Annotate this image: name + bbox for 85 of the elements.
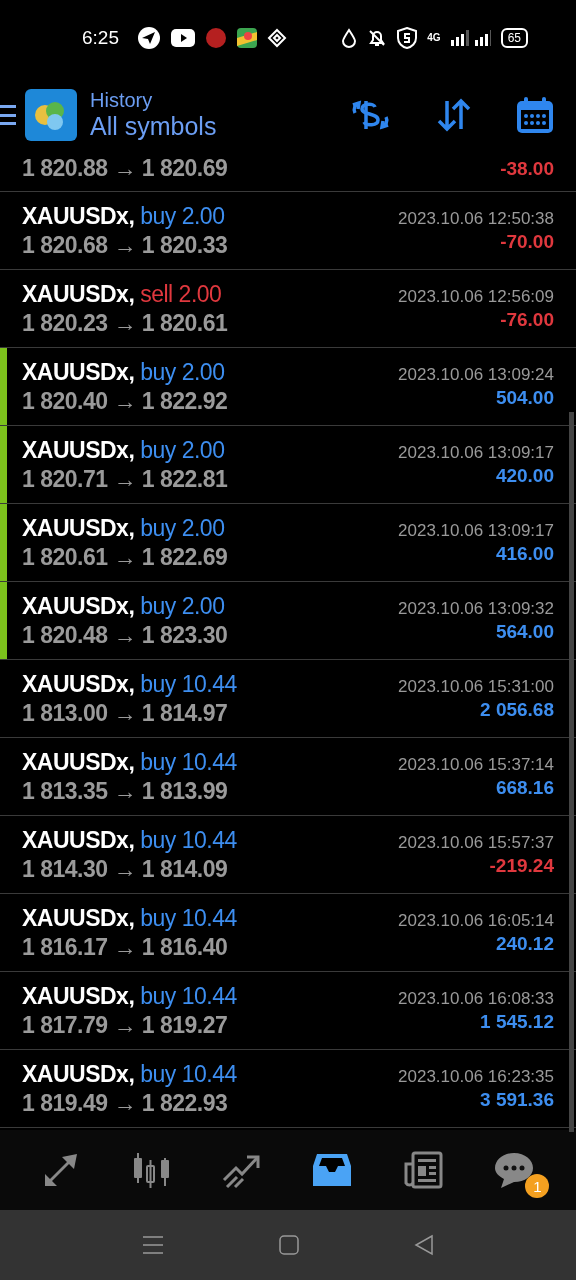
price-range: 1 819.49 → 1 822.93 bbox=[22, 1089, 229, 1117]
symbol-label: XAUUSDx, bbox=[22, 436, 135, 463]
profit-value: 2 056.68 bbox=[480, 698, 554, 721]
order-type: buy 10.44 bbox=[140, 1060, 237, 1087]
diamond-icon bbox=[267, 27, 287, 48]
order-type: buy 2.00 bbox=[140, 436, 225, 463]
order-type: buy 2.00 bbox=[140, 592, 225, 619]
clock: 6:25 bbox=[82, 26, 119, 49]
symbol-label: XAUUSDx, bbox=[22, 592, 135, 619]
symbol-label: XAUUSDx, bbox=[22, 670, 135, 697]
profit-value: -76.00 bbox=[500, 308, 554, 331]
profit-value: 416.00 bbox=[495, 542, 554, 565]
price-range: 1 816.17 → 1 816.40 bbox=[22, 933, 229, 961]
price-range: 1 813.00 → 1 814.97 bbox=[22, 699, 229, 727]
order-type: buy 10.44 bbox=[140, 748, 237, 775]
symbol-label: XAUUSDx, bbox=[22, 202, 135, 229]
play-icon bbox=[171, 28, 195, 47]
order-type: buy 10.44 bbox=[140, 904, 237, 931]
symbol-label: XAUUSDx, bbox=[22, 358, 135, 385]
trade-time: 2023.10.06 16:05:14 bbox=[398, 910, 554, 931]
trade-time: 2023.10.06 13:09:32 bbox=[398, 598, 554, 619]
order-type: buy 10.44 bbox=[140, 982, 237, 1009]
symbol-label: XAUUSDx, bbox=[22, 904, 135, 931]
price-range: 1 814.30 → 1 814.09 bbox=[22, 855, 229, 883]
battery-level: 65 bbox=[500, 27, 528, 48]
price-range: 1 820.61 → 1 822.69 bbox=[22, 543, 228, 571]
symbol-label: XAUUSDx, bbox=[22, 280, 135, 307]
price-range: 1 820.68 → 1 820.33 bbox=[22, 231, 228, 259]
profit-value: 3 591.36 bbox=[480, 1088, 554, 1111]
profit-value: -38.00 bbox=[500, 158, 554, 180]
profit-value: 420.00 bbox=[495, 464, 554, 487]
app-icon bbox=[205, 26, 227, 49]
calendar-icon[interactable] bbox=[516, 96, 554, 134]
trade-time: 2023.10.06 12:50:38 bbox=[398, 208, 554, 229]
trade-time: 2023.10.06 13:09:17 bbox=[398, 520, 554, 541]
profit-value: 504.00 bbox=[495, 386, 554, 409]
symbol-label: XAUUSDx, bbox=[22, 514, 135, 541]
profit-value: 1 545.12 bbox=[480, 1010, 554, 1033]
profit-value: 668.16 bbox=[495, 776, 554, 799]
muted-bell-icon bbox=[367, 27, 388, 48]
symbol-label: XAUUSDx, bbox=[22, 1060, 135, 1087]
order-type: buy 10.44 bbox=[140, 826, 237, 853]
order-type: buy 10.44 bbox=[140, 670, 237, 697]
trade-time: 2023.10.06 15:31:00 bbox=[398, 676, 554, 697]
paper-plane-icon bbox=[137, 25, 161, 50]
profit-value: -70.00 bbox=[500, 230, 554, 253]
scrollbar[interactable] bbox=[569, 412, 574, 1132]
chat-icon[interactable] bbox=[493, 1150, 536, 1190]
symbol-label: XAUUSDx, bbox=[22, 748, 135, 775]
symbol-label: XAUUSDx, bbox=[22, 826, 135, 853]
order-type: buy 2.00 bbox=[140, 514, 225, 541]
order-type: buy 2.00 bbox=[140, 202, 225, 229]
symbol-label: XAUUSDx, bbox=[22, 982, 135, 1009]
trade-time: 2023.10.06 13:09:24 bbox=[398, 364, 554, 385]
menu-icon[interactable] bbox=[0, 105, 16, 125]
symbol-filter[interactable]: All symbols bbox=[90, 112, 217, 141]
screen-title: History bbox=[90, 89, 154, 112]
price-range: 1 820.40 → 1 822.92 bbox=[22, 387, 228, 415]
price-range: 1 820.88 → 1 820.69 bbox=[22, 155, 228, 182]
sort-arrows-icon[interactable] bbox=[436, 97, 472, 133]
order-type: sell 2.00 bbox=[140, 280, 222, 307]
signal-icon bbox=[450, 29, 491, 46]
price-range: 1 817.79 → 1 819.27 bbox=[22, 1011, 229, 1039]
price-range: 1 820.23 → 1 820.61 bbox=[22, 309, 228, 337]
price-range: 1 820.71 → 1 822.81 bbox=[22, 465, 228, 493]
home-icon[interactable] bbox=[279, 1235, 299, 1255]
map-pin-icon bbox=[237, 27, 257, 48]
trade-time: 2023.10.06 13:09:17 bbox=[398, 442, 554, 463]
drop-icon bbox=[341, 27, 358, 48]
price-range: 1 820.48 → 1 823.30 bbox=[22, 621, 228, 649]
app-logo-icon bbox=[25, 89, 77, 141]
trade-time: 2023.10.06 12:56:09 bbox=[398, 286, 554, 307]
price-range: 1 813.35 → 1 813.99 bbox=[22, 777, 229, 805]
shield-icon bbox=[397, 26, 418, 49]
back-icon[interactable] bbox=[414, 1234, 434, 1256]
order-type: buy 2.00 bbox=[140, 358, 225, 385]
profit-value: 240.12 bbox=[495, 932, 554, 955]
trade-time: 2023.10.06 16:23:35 bbox=[398, 1066, 554, 1087]
profit-value: 564.00 bbox=[495, 620, 554, 643]
trade-time: 2023.10.06 15:57:37 bbox=[398, 832, 554, 853]
trade-time: 2023.10.06 16:08:33 bbox=[398, 988, 554, 1009]
network-type: 4G bbox=[427, 32, 441, 43]
trade-time: 2023.10.06 15:37:14 bbox=[398, 754, 554, 775]
notification-badge: 1 bbox=[525, 1174, 550, 1198]
profit-value: -219.24 bbox=[489, 854, 554, 877]
